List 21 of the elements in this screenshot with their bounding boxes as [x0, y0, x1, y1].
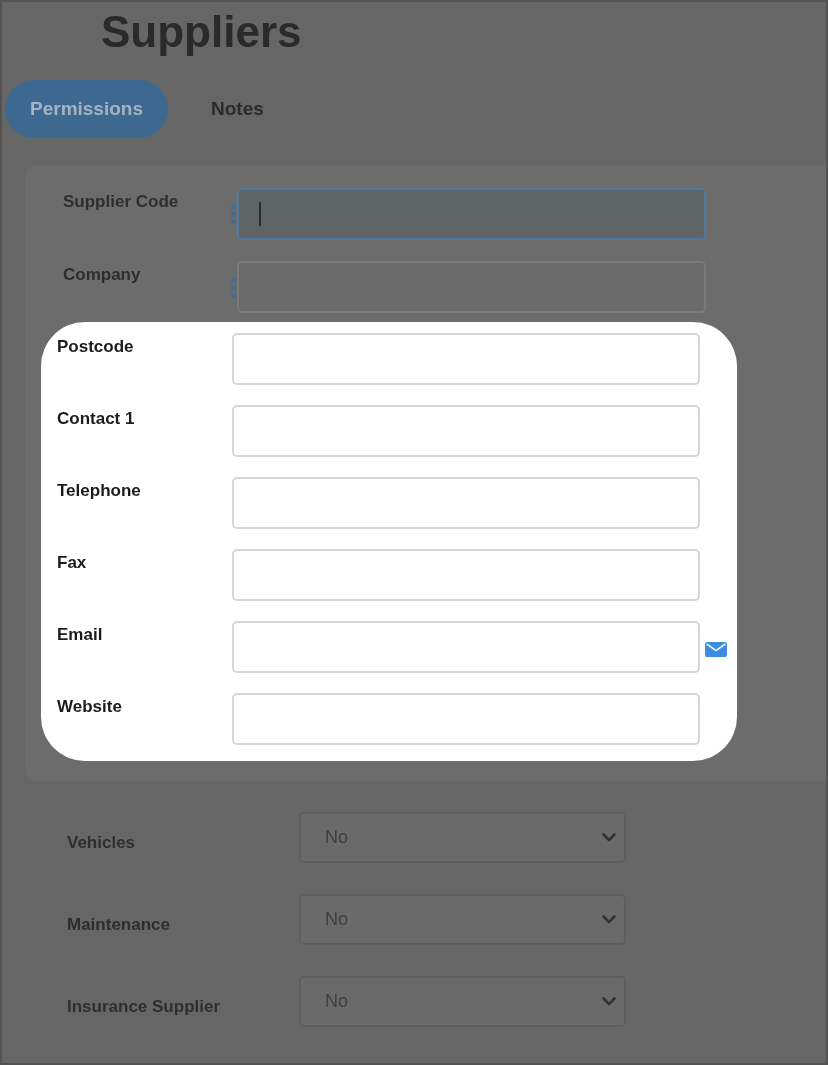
field-label: Vehicles — [67, 831, 137, 854]
tab[interactable]: Notes — [186, 80, 289, 138]
field-label: Maintenance — [67, 913, 171, 936]
chevron-down-icon — [602, 915, 616, 924]
field-label: Email — [57, 624, 104, 646]
field-label: Insurance Supplier — [67, 995, 222, 1018]
page-title: Suppliers — [101, 6, 302, 58]
field-label: Fax — [57, 552, 88, 574]
field-label: Telephone — [57, 480, 142, 502]
field-label: Contact 1 — [57, 408, 136, 430]
chevron-down-icon — [602, 833, 616, 842]
input-field[interactable] — [237, 188, 706, 240]
chevron-down-icon — [602, 997, 616, 1006]
field-label: Supplier Code — [63, 191, 180, 213]
tab[interactable]: Permissions — [5, 80, 168, 138]
input-field[interactable] — [237, 261, 706, 313]
text-cursor-icon — [259, 202, 261, 226]
field-label: Website — [57, 696, 123, 718]
envelope-icon[interactable] — [705, 641, 727, 657]
field-label: Company — [63, 264, 142, 286]
field-label: Postcode — [57, 336, 135, 358]
